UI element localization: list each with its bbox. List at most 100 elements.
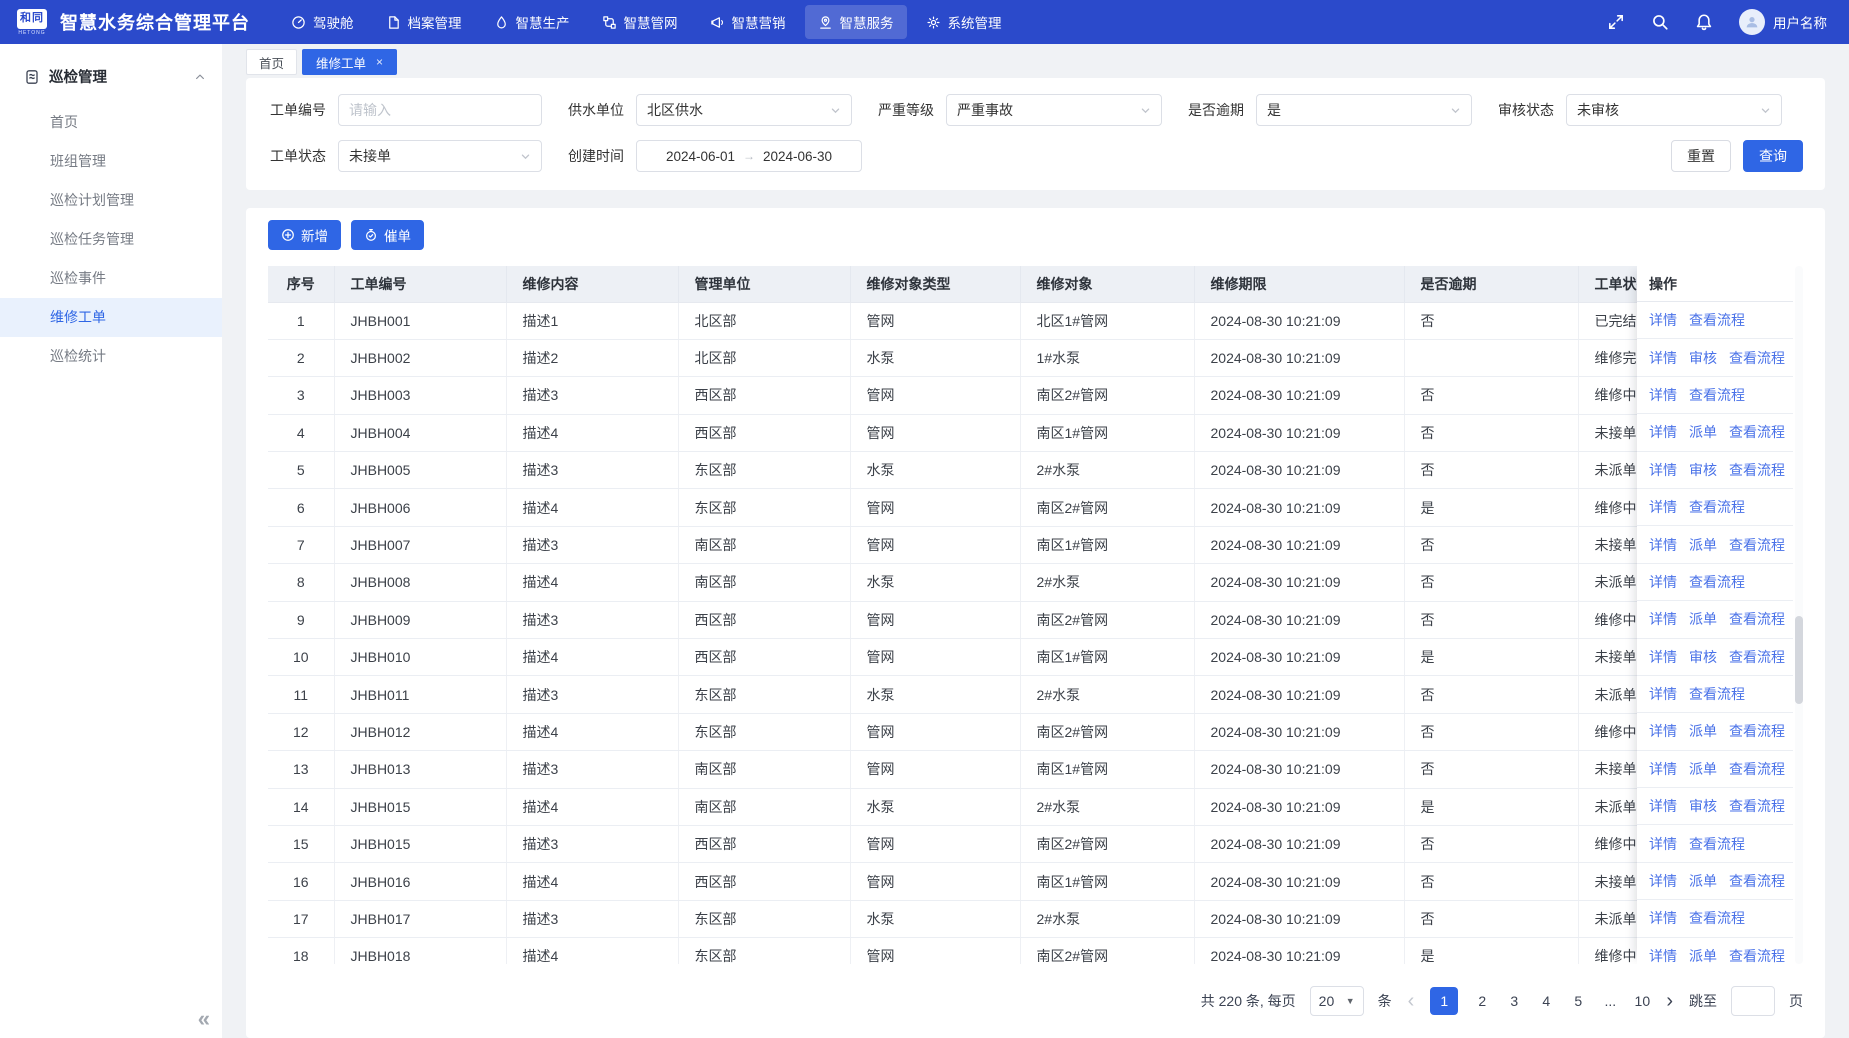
action-link-view-process[interactable]: 查看流程: [1729, 609, 1785, 629]
prev-page-icon[interactable]: ‹: [1406, 991, 1417, 1011]
vertical-scrollbar[interactable]: [1795, 266, 1803, 964]
action-link-detail[interactable]: 详情: [1649, 497, 1677, 517]
action-link-detail[interactable]: 详情: [1649, 647, 1677, 667]
sidebar-collapse-button[interactable]: «: [198, 1008, 210, 1030]
next-page-icon[interactable]: ›: [1664, 991, 1675, 1011]
action-link-dispatch[interactable]: 派单: [1689, 535, 1717, 555]
action-link-review[interactable]: 审核: [1689, 647, 1717, 667]
nav-item-system[interactable]: 系统管理: [913, 5, 1015, 39]
page-number[interactable]: 2: [1474, 993, 1490, 1009]
action-link-detail[interactable]: 详情: [1649, 609, 1677, 629]
action-link-detail[interactable]: 详情: [1649, 834, 1677, 854]
cell-deadline: 2024-08-30 10:21:09: [1194, 601, 1404, 638]
action-link-detail[interactable]: 详情: [1649, 310, 1677, 330]
jump-page-input[interactable]: [1731, 986, 1775, 1016]
tab-home[interactable]: 首页: [246, 49, 297, 75]
fullscreen-icon[interactable]: [1607, 13, 1625, 31]
order-status-select[interactable]: 未接单: [338, 140, 542, 172]
action-link-view-process[interactable]: 查看流程: [1689, 310, 1745, 330]
action-link-view-process[interactable]: 查看流程: [1729, 647, 1785, 667]
action-link-detail[interactable]: 详情: [1649, 460, 1677, 480]
action-link-review[interactable]: 审核: [1689, 796, 1717, 816]
action-link-view-process[interactable]: 查看流程: [1689, 684, 1745, 704]
action-link-view-process[interactable]: 查看流程: [1729, 348, 1785, 368]
page-number[interactable]: 3: [1506, 993, 1522, 1009]
dashboard-icon: [291, 15, 306, 30]
action-link-review[interactable]: 审核: [1689, 460, 1717, 480]
sidebar-item[interactable]: 班组管理: [0, 142, 222, 181]
action-link-detail[interactable]: 详情: [1649, 796, 1677, 816]
action-link-view-process[interactable]: 查看流程: [1689, 908, 1745, 928]
cell-objType: 水泵: [850, 676, 1020, 713]
sidebar-item[interactable]: 巡检统计: [0, 337, 222, 376]
page-number[interactable]: 5: [1570, 993, 1586, 1009]
nav-item-archive[interactable]: 档案管理: [373, 5, 475, 39]
nav-item-service[interactable]: 智慧服务: [805, 5, 907, 39]
order-code-input[interactable]: [338, 94, 542, 126]
sidebar-item[interactable]: 巡检计划管理: [0, 181, 222, 220]
urge-button[interactable]: 催单: [351, 220, 424, 250]
action-link-dispatch[interactable]: 派单: [1689, 946, 1717, 964]
action-link-detail[interactable]: 详情: [1649, 422, 1677, 442]
action-link-view-process[interactable]: 查看流程: [1729, 460, 1785, 480]
action-link-dispatch[interactable]: 派单: [1689, 422, 1717, 442]
user-menu[interactable]: 用户名称: [1739, 9, 1827, 35]
action-link-dispatch[interactable]: 派单: [1689, 871, 1717, 891]
severity-select[interactable]: 严重事故: [946, 94, 1162, 126]
action-link-detail[interactable]: 详情: [1649, 385, 1677, 405]
action-link-view-process[interactable]: 查看流程: [1689, 385, 1745, 405]
nav-item-production[interactable]: 智慧生产: [481, 5, 583, 39]
action-link-detail[interactable]: 详情: [1649, 721, 1677, 741]
page-size-select[interactable]: 20 ▼: [1310, 986, 1364, 1016]
search-button[interactable]: 查询: [1743, 140, 1803, 172]
action-link-detail[interactable]: 详情: [1649, 684, 1677, 704]
action-link-view-process[interactable]: 查看流程: [1729, 721, 1785, 741]
action-link-view-process[interactable]: 查看流程: [1729, 871, 1785, 891]
tab-repair-orders[interactable]: 维修工单 ×: [302, 49, 397, 75]
reset-button[interactable]: 重置: [1671, 140, 1731, 172]
action-link-view-process[interactable]: 查看流程: [1689, 572, 1745, 592]
cell-code: JHBH001: [334, 302, 506, 339]
action-link-view-process[interactable]: 查看流程: [1689, 834, 1745, 854]
action-link-review[interactable]: 审核: [1689, 348, 1717, 368]
action-link-view-process[interactable]: 查看流程: [1729, 535, 1785, 555]
date-range-picker[interactable]: 2024-06-01 → 2024-06-30: [636, 140, 862, 172]
page-number[interactable]: 1: [1430, 987, 1458, 1015]
action-link-detail[interactable]: 详情: [1649, 348, 1677, 368]
action-link-detail[interactable]: 详情: [1649, 946, 1677, 964]
scrollbar-thumb[interactable]: [1795, 616, 1803, 704]
nav-item-pipeline[interactable]: 智慧管网: [589, 5, 691, 39]
page-number[interactable]: 10: [1634, 993, 1650, 1009]
sidebar-group-inspection[interactable]: 巡检管理: [0, 44, 222, 103]
sidebar-item[interactable]: 首页: [0, 103, 222, 142]
search-icon[interactable]: [1651, 13, 1669, 31]
page-number[interactable]: 4: [1538, 993, 1554, 1009]
action-link-detail[interactable]: 详情: [1649, 871, 1677, 891]
cell-deadline: 2024-08-30 10:21:09: [1194, 676, 1404, 713]
action-link-detail[interactable]: 详情: [1649, 908, 1677, 928]
add-button[interactable]: 新增: [268, 220, 341, 250]
action-link-dispatch[interactable]: 派单: [1689, 609, 1717, 629]
bell-icon[interactable]: [1695, 13, 1713, 31]
action-link-dispatch[interactable]: 派单: [1689, 721, 1717, 741]
action-link-detail[interactable]: 详情: [1649, 759, 1677, 779]
cell-objType: 水泵: [850, 900, 1020, 937]
action-link-dispatch[interactable]: 派单: [1689, 759, 1717, 779]
sidebar-item[interactable]: 巡检任务管理: [0, 220, 222, 259]
action-link-view-process[interactable]: 查看流程: [1729, 759, 1785, 779]
review-status-select[interactable]: 未审核: [1566, 94, 1782, 126]
action-link-detail[interactable]: 详情: [1649, 535, 1677, 555]
supply-unit-select[interactable]: 北区供水: [636, 94, 852, 126]
action-link-view-process[interactable]: 查看流程: [1689, 497, 1745, 517]
sidebar-item[interactable]: 巡检事件: [0, 259, 222, 298]
action-link-view-process[interactable]: 查看流程: [1729, 422, 1785, 442]
action-link-view-process[interactable]: 查看流程: [1729, 946, 1785, 964]
close-icon[interactable]: ×: [376, 56, 383, 68]
action-link-view-process[interactable]: 查看流程: [1729, 796, 1785, 816]
sidebar-item[interactable]: 维修工单: [0, 298, 222, 337]
chevron-up-icon[interactable]: [194, 71, 206, 83]
nav-item-dashboard[interactable]: 驾驶舱: [278, 5, 367, 39]
action-link-detail[interactable]: 详情: [1649, 572, 1677, 592]
overdue-select[interactable]: 是: [1256, 94, 1472, 126]
nav-item-marketing[interactable]: 智慧营销: [697, 5, 799, 39]
